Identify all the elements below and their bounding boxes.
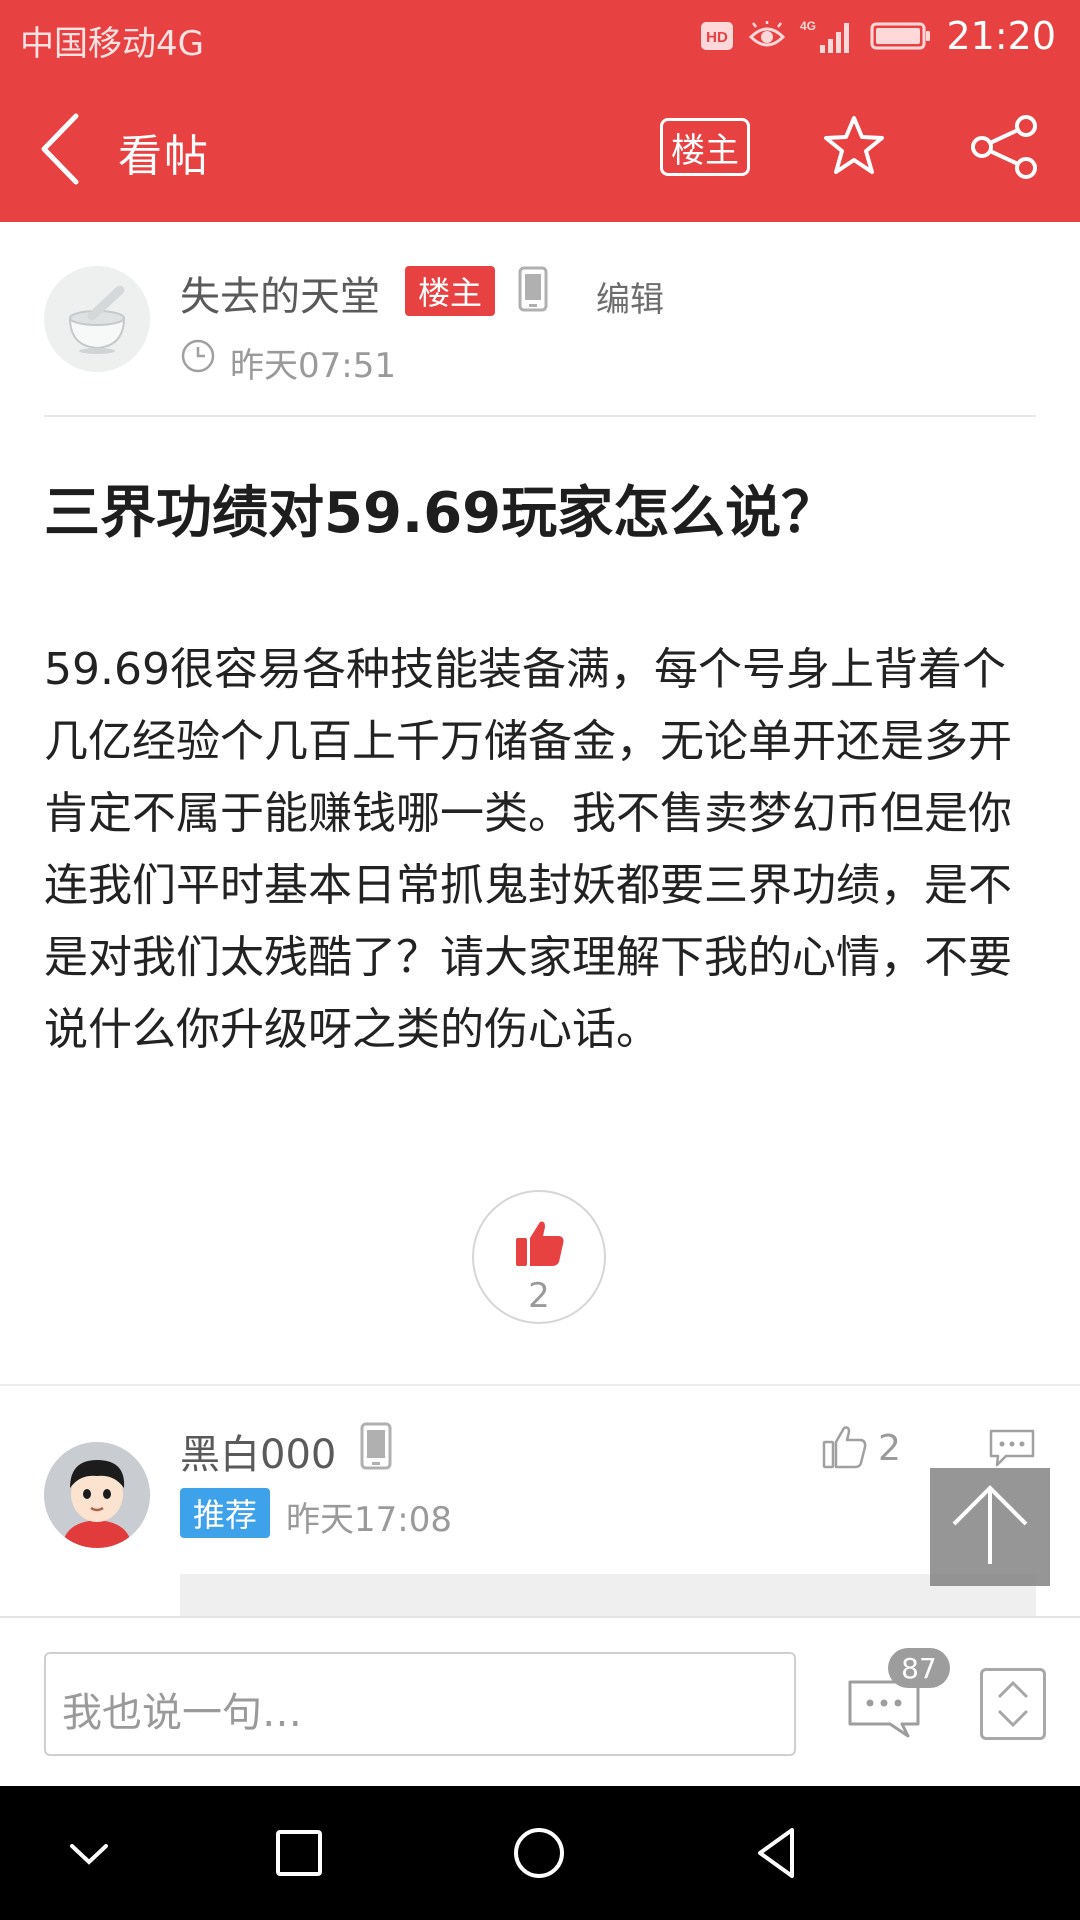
carrier-label: 中国移动4G — [20, 24, 204, 64]
title-bar: 看帖 楼主 — [0, 74, 1080, 222]
clock-icon — [181, 339, 215, 373]
reply-input[interactable]: 我也说一句… — [44, 1652, 796, 1756]
thumbs-up-icon — [516, 1221, 564, 1266]
recommend-badge: 推荐 — [180, 1488, 270, 1538]
quote-box — [180, 1574, 1036, 1616]
battery-icon — [870, 22, 931, 50]
mortar-avatar-icon — [44, 266, 150, 372]
reply-avatar[interactable] — [44, 1442, 150, 1548]
avatar[interactable] — [44, 266, 150, 372]
reply-like-count: 2 — [878, 1428, 901, 1469]
chevron-down-icon[interactable] — [54, 1818, 124, 1888]
share-icon[interactable] — [970, 114, 1038, 180]
star-icon[interactable] — [822, 114, 886, 178]
comment-icon[interactable] — [988, 1428, 1036, 1468]
phone-icon — [518, 266, 548, 312]
svg-text:4G: 4G — [800, 19, 816, 33]
phone-icon — [360, 1422, 392, 1470]
arrow-up-icon — [952, 1485, 1028, 1564]
divider — [44, 415, 1036, 417]
back-icon[interactable] — [36, 112, 86, 186]
up-down-chevron-icon — [997, 1680, 1029, 1728]
cartoon-boy-avatar-icon — [44, 1442, 150, 1548]
recent-apps-icon[interactable] — [264, 1818, 334, 1888]
svg-text:HD: HD — [707, 29, 729, 46]
home-icon[interactable] — [504, 1818, 574, 1888]
edit-link[interactable]: 编辑 — [596, 272, 664, 321]
eye-icon — [749, 21, 786, 47]
clock-time: 21:20 — [946, 14, 1056, 58]
post-title: 三界功绩对59.69玩家怎么说？ — [44, 481, 838, 546]
app-header: 中国移动4G HD 4G 21:20 看帖 楼主 — [0, 0, 1080, 222]
status-icons: HD 4G 21:20 — [700, 14, 1056, 58]
back-nav-icon[interactable] — [744, 1818, 814, 1888]
post-time: 昨天07:51 — [230, 346, 396, 386]
owner-badge: 楼主 — [405, 266, 495, 316]
reply-author-name[interactable]: 黑白000 — [180, 1422, 336, 1480]
page-nav-button[interactable] — [980, 1668, 1046, 1740]
status-bar: 中国移动4G HD 4G 21:20 — [0, 0, 1080, 74]
owner-only-button[interactable]: 楼主 — [660, 118, 750, 176]
system-nav-bar — [0, 1786, 1080, 1920]
hd-icon: HD — [701, 22, 734, 50]
thumbs-up-outline-icon[interactable] — [822, 1424, 868, 1470]
comment-count-badge: 87 — [888, 1648, 950, 1688]
reply-input-bar: 我也说一句… 87 — [0, 1616, 1080, 1786]
page-title: 看帖 — [118, 131, 210, 182]
post-body: 59.69很容易各种技能装备满，每个号身上背着个几亿经验个几百上千万储备金，无论… — [44, 644, 1012, 1055]
scroll-to-top-button[interactable] — [930, 1468, 1050, 1586]
author-name[interactable]: 失去的天堂 — [180, 264, 380, 322]
like-count: 2 — [528, 1276, 550, 1316]
like-button[interactable]: 2 — [472, 1190, 606, 1324]
signal-icon: 4G — [800, 19, 850, 53]
reply-item: 黑白000 推荐 昨天17:08 2 — [0, 1386, 1080, 1616]
reply-time: 昨天17:08 — [286, 1500, 452, 1540]
post-author-row: 失去的天堂 楼主 编辑 昨天07:51 — [0, 222, 1080, 418]
